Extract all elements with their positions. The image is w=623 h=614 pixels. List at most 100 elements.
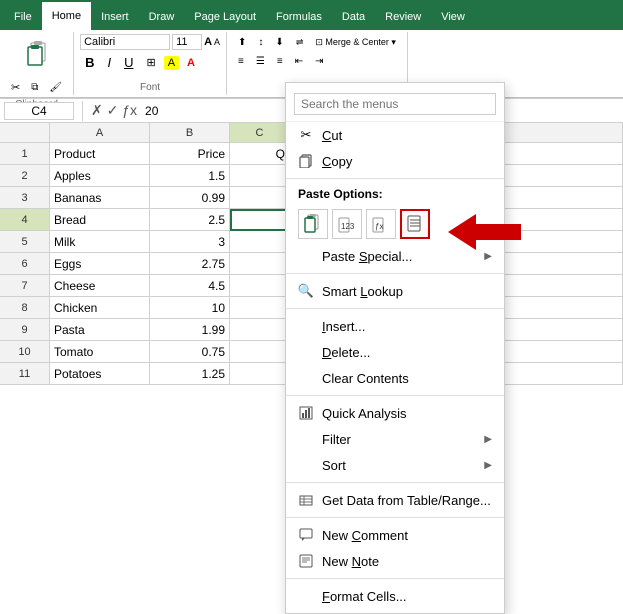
align-middle-button[interactable]: ↕ [253,34,268,51]
cut-icon: ✂ [298,127,314,143]
cell-c[interactable] [230,275,290,297]
cell-a[interactable]: Product [50,143,150,165]
cell-b[interactable]: 0.75 [150,341,230,363]
cut-button[interactable]: ✂ [6,78,25,97]
menu-item-delete[interactable]: Delete... [286,339,504,365]
ribbon-group-font: A A B I U ⊞ A A Font [74,32,227,95]
tab-insert[interactable]: Insert [91,4,139,30]
arrow-stem [476,224,521,240]
tab-data[interactable]: Data [332,4,375,30]
paste-special-arrow: ▶ [484,251,492,262]
align-bottom-button[interactable]: ⬇ [270,34,288,51]
col-header-c[interactable]: C [230,123,290,143]
cell-b[interactable]: 2.75 [150,253,230,275]
cell-a[interactable]: Chicken [50,297,150,319]
cell-b[interactable]: 10 [150,297,230,319]
align-top-button[interactable]: ⬆ [233,34,251,51]
merge-center-button[interactable]: ⊡ Merge & Center ▾ [310,34,401,51]
col-header-a[interactable]: A [50,123,150,143]
menu-item-get-data[interactable]: Get Data from Table/Range... [286,487,504,513]
cell-a[interactable]: Potatoes [50,363,150,385]
cell-c[interactable] [230,253,290,275]
cell-b[interactable]: 4.5 [150,275,230,297]
decrease-indent-button[interactable]: ⇤ [290,53,308,70]
menu-item-new-note[interactable]: New Note [286,548,504,574]
tab-formulas[interactable]: Formulas [266,4,332,30]
menu-item-quick-analysis[interactable]: Quick Analysis [286,400,504,426]
paste-btn-4[interactable] [400,209,430,239]
menu-item-smart-lookup[interactable]: 🔍 Smart Lookup [286,278,504,304]
menu-item-insert[interactable]: Insert... [286,313,504,339]
cell-c[interactable] [230,319,290,341]
svg-text:ƒx: ƒx [375,222,383,231]
font-color-button[interactable]: A [182,54,200,72]
align-center-button[interactable]: ☰ [251,53,270,70]
cell-b[interactable]: Price [150,143,230,165]
menu-item-clear-contents[interactable]: Clear Contents [286,365,504,391]
cell-a[interactable]: Bananas [50,187,150,209]
paste-btn-1[interactable] [298,209,328,239]
cell-c[interactable] [230,209,290,231]
align-left-button[interactable]: ≡ [233,53,249,70]
font-grow-btn[interactable]: A [204,36,212,48]
tab-view[interactable]: View [431,4,475,30]
font-label: Font [140,80,160,93]
cell-b[interactable]: 1.25 [150,363,230,385]
font-shrink-btn[interactable]: A [214,37,220,47]
menu-search-input[interactable] [294,93,496,115]
name-box[interactable] [4,102,74,120]
cell-a[interactable]: Pasta [50,319,150,341]
cell-a[interactable]: Tomato [50,341,150,363]
bold-button[interactable]: B [80,52,99,73]
menu-item-sort[interactable]: Sort ▶ [286,452,504,478]
menu-item-new-comment[interactable]: New Comment [286,522,504,548]
border-button[interactable]: ⊞ [141,53,160,72]
increase-indent-button[interactable]: ⇥ [310,53,328,70]
menu-item-cut[interactable]: ✂ Cut [286,122,504,148]
fill-color-button[interactable]: A [164,56,179,70]
cell-b[interactable]: 0.99 [150,187,230,209]
tab-file[interactable]: File [4,4,42,30]
cell-b[interactable]: 3 [150,231,230,253]
menu-item-format-cells[interactable]: Format Cells... [286,583,504,609]
context-menu: ✂ Cut Copy Paste Options: 123 ƒx Paste S… [285,82,505,614]
menu-divider-7 [286,578,504,579]
cell-c[interactable] [230,187,290,209]
underline-button[interactable]: U [119,52,138,73]
cell-a[interactable]: Bread [50,209,150,231]
cell-c[interactable] [230,231,290,253]
cell-c[interactable]: Q [230,143,290,165]
cell-c[interactable] [230,363,290,385]
menu-divider-3 [286,308,504,309]
wrap-text-button[interactable]: ⇌ [291,34,309,51]
cell-b[interactable]: 2.5 [150,209,230,231]
tab-draw[interactable]: Draw [139,4,185,30]
font-name-input[interactable] [80,34,170,50]
font-size-input[interactable] [172,34,202,50]
cell-b[interactable]: 1.5 [150,165,230,187]
copy-button[interactable]: ⧉ [26,78,43,97]
delete-icon [298,344,314,360]
menu-item-filter[interactable]: Filter ▶ [286,426,504,452]
cell-a[interactable]: Eggs [50,253,150,275]
ribbon-group-clipboard: ✂ ⧉ 🖌 Clipboard [0,32,74,95]
cell-a[interactable]: Apples [50,165,150,187]
cell-b[interactable]: 1.99 [150,319,230,341]
paste-btn-3[interactable]: ƒx [366,209,396,239]
tab-home[interactable]: Home [42,2,91,30]
italic-button[interactable]: I [102,52,116,73]
paste-button[interactable] [19,34,55,76]
cell-c[interactable] [230,341,290,363]
menu-item-copy[interactable]: Copy [286,148,504,174]
align-right-button[interactable]: ≡ [272,53,288,70]
col-header-b[interactable]: B [150,123,230,143]
cell-a[interactable]: Cheese [50,275,150,297]
cell-a[interactable]: Milk [50,231,150,253]
paste-btn-2[interactable]: 123 [332,209,362,239]
cell-c[interactable] [230,165,290,187]
row-number: 6 [0,253,50,275]
cell-c[interactable] [230,297,290,319]
tab-review[interactable]: Review [375,4,431,30]
format-painter-button[interactable]: 🖌 [44,78,67,97]
tab-page-layout[interactable]: Page Layout [184,4,266,30]
